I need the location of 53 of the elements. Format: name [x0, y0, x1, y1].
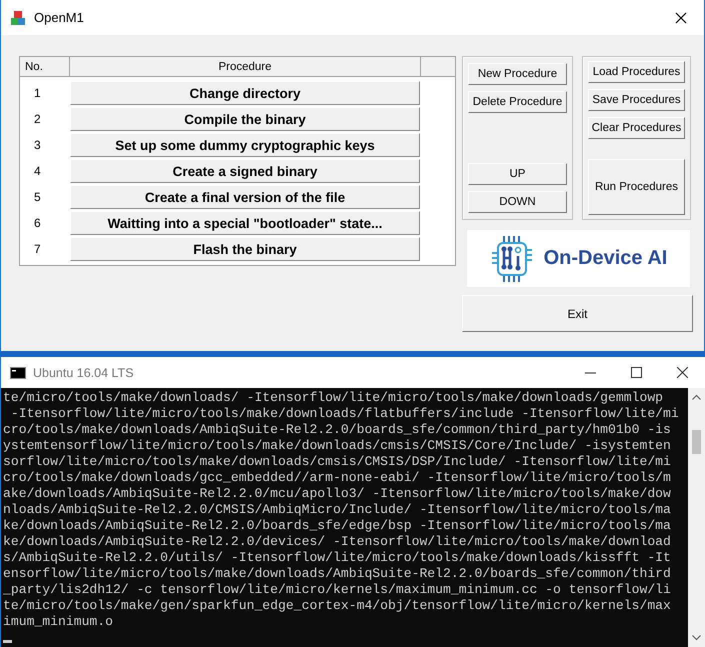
- action-button[interactable]: Clear Procedures: [588, 117, 685, 139]
- maximize-icon: [630, 367, 642, 378]
- procedure-button[interactable]: Change directory: [70, 81, 420, 105]
- procedure-button[interactable]: Set up some dummy cryptographic keys: [70, 133, 420, 157]
- output-line: -Itensorflow/lite/micro/tools/make/downloads/flatbuffers/include -Itensorflow/lite/mi: [10, 406, 680, 422]
- output-line: te/micro/tools/make/gen/sparkfun_edge_cortex-m4/obj/tensorflow/lite/micro/kernels/max: [3, 598, 672, 614]
- scrollbar[interactable]: [688, 388, 705, 647]
- minimize-icon: [584, 372, 596, 374]
- output-line: cro/tools/make/downloads/AmbiqSuite-Rel2.2.0/boards_sfe/common/third_party/hm01b0 -is: [3, 422, 672, 438]
- row-number: 7: [33, 242, 42, 256]
- output-line: ake/downloads/AmbiqSuite-Rel2.2.0/mcu/apollo3/ -Itensorflow/lite/micro/tools/make/dow: [3, 486, 672, 502]
- terminal-icon: [10, 366, 26, 378]
- action-button[interactable]: Save Procedures: [588, 89, 685, 111]
- scrollbar-thumb[interactable]: [692, 430, 701, 454]
- procedure-button[interactable]: Create a signed binary: [70, 159, 420, 183]
- move-button[interactable]: DOWN: [468, 191, 567, 213]
- procedure-button[interactable]: Create a final version of the file: [70, 185, 420, 209]
- output-line: ke/downloads/AmbiqSuite-Rel2.2.0/devices/ -Itensorflow/lite/micro/tools/make/download: [3, 534, 672, 550]
- output-line: imum_minimum.o: [3, 614, 114, 630]
- column-header[interactable]: Procedure: [70, 57, 421, 76]
- row-number: 1: [33, 86, 42, 100]
- exit-button[interactable]: Exit: [462, 295, 693, 332]
- action-button[interactable]: Delete Procedure: [468, 91, 567, 113]
- logo-text: On-Device AI: [544, 247, 668, 270]
- row-number: 6: [33, 216, 42, 230]
- output-line: te/micro/tools/make/downloads/ -Itensorflow/lite/micro/tools/make/downloads/gemmlowp: [3, 390, 664, 406]
- row-number: 4: [33, 164, 42, 178]
- action-button[interactable]: Load Procedures: [588, 61, 685, 83]
- action-button[interactable]: New Procedure: [468, 63, 567, 85]
- output-line: ke/downloads/AmbiqSuite-Rel2.2.0/boards_sfe/edge/bsp -Itensorflow/lite/micro/tools/ma: [3, 518, 672, 534]
- output-line: _party/lis2dh12/ -c tensorflow/lite/micro/kernels/maximum_minimum.cc -o tensorflow/li: [3, 582, 672, 598]
- window-title: OpenM1: [34, 10, 85, 25]
- row-number: 2: [33, 112, 42, 126]
- text-cursor: [3, 640, 12, 643]
- output-line: cro/tools/make/downloads/gcc_embedded//arm-none-eabi/ -Itensorflow/lite/micro/tools/m: [3, 470, 672, 486]
- run-button[interactable]: Run Procedures: [588, 159, 685, 215]
- procedure-button[interactable]: Compile the binary: [70, 107, 420, 131]
- column-header[interactable]: No.: [20, 57, 70, 76]
- output-line: ystemtensorflow/lite/micro/tools/make/downloads/cmsis/CMSIS/Core/Include/ -isystemten: [3, 438, 672, 454]
- row-number: 5: [33, 190, 42, 204]
- output-line: nloads/AmbiqSuite-Rel2.2.0/CMSIS/AmbiqMicro/Include/ -Itensorflow/lite/micro/tools/ma: [3, 502, 672, 518]
- procedure-button[interactable]: Waitting into a special "bootloader" state...: [70, 211, 420, 235]
- output-line: sorflow/lite/micro/tools/make/downloads/cmsis/CMSIS/DSP/Include/ -Itensorflow/lite/mi: [3, 454, 672, 470]
- procedure-button[interactable]: Flash the binary: [70, 237, 420, 261]
- close-icon: [676, 367, 688, 378]
- output-line: s/AmbiqSuite-Rel2.2.0/utils/ -Itensorflow/lite/micro/tools/make/downloads/kissfft -It: [3, 550, 672, 566]
- close-icon: [675, 12, 687, 24]
- output-line: ensorflow/lite/micro/tools/make/downloads/AmbiqSuite-Rel2.2.0/boards_sfe/common/third: [3, 566, 672, 582]
- column-header[interactable]: [421, 57, 455, 76]
- row-number: 3: [33, 138, 42, 152]
- window-title: Ubuntu 16.04 LTS: [33, 366, 135, 380]
- move-button[interactable]: UP: [468, 163, 567, 185]
- cubes-icon: [10, 10, 26, 26]
